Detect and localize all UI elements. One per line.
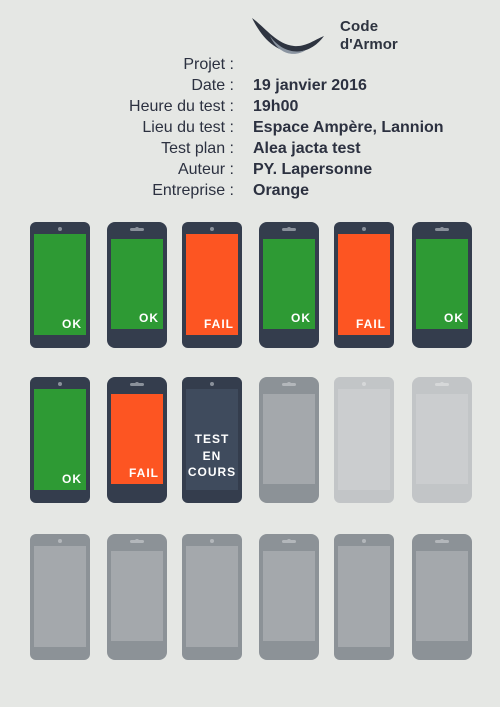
phone-screen: FAIL (111, 394, 163, 484)
status-label: FAIL (356, 316, 386, 331)
phone-screen (416, 551, 468, 641)
phone-camera-icon (58, 539, 62, 543)
phone-camera-icon (287, 227, 291, 231)
phone-screen (111, 551, 163, 641)
info-label: Test plan : (161, 140, 234, 157)
phone-camera-icon (362, 382, 366, 386)
device-phone (259, 377, 319, 503)
info-value: Orange (253, 182, 310, 199)
device-phone (412, 534, 472, 660)
status-label: OK (139, 310, 159, 325)
logo-text-line2: d'Armor (340, 36, 398, 53)
device-phone: TEST EN COURS (182, 377, 242, 503)
device-phone (182, 534, 242, 660)
status-label: FAIL (204, 316, 234, 331)
phone-screen (263, 551, 315, 641)
device-phone: OK (30, 377, 90, 503)
phone-screen: OK (34, 234, 86, 335)
device-phone: OK (259, 222, 319, 348)
info-row-heure: Heure du test : 19h00 (0, 98, 500, 119)
phone-camera-icon (287, 539, 291, 543)
phone-camera-icon (58, 227, 62, 231)
phone-camera-icon (440, 227, 444, 231)
phone-camera-icon (440, 382, 444, 386)
info-value: Espace Ampère, Lannion (253, 119, 444, 136)
status-label: OK (444, 310, 464, 325)
phone-screen: OK (34, 389, 86, 490)
phone-screen: FAIL (338, 234, 390, 335)
device-phone: FAIL (334, 222, 394, 348)
info-label: Entreprise : (152, 182, 234, 199)
phone-camera-icon (287, 382, 291, 386)
status-label: OK (291, 310, 311, 325)
info-row-lieu: Lieu du test : Espace Ampère, Lannion (0, 119, 500, 140)
device-phone: FAIL (107, 377, 167, 503)
logo-text-line1: Code (340, 18, 379, 35)
phone-screen (416, 394, 468, 484)
phone-screen (263, 394, 315, 484)
info-label: Projet : (183, 56, 234, 73)
status-label: OK (62, 471, 82, 486)
device-phone: OK (412, 222, 472, 348)
code-darmor-logo: Code d'Armor (250, 14, 420, 62)
device-phone: FAIL (182, 222, 242, 348)
phone-camera-icon (362, 227, 366, 231)
info-value: 19 janvier 2016 (253, 77, 367, 94)
phone-camera-icon (135, 539, 139, 543)
device-phone (334, 377, 394, 503)
phone-camera-icon (58, 382, 62, 386)
info-row-projet: Projet : (0, 56, 500, 77)
info-row-test-plan: Test plan : Alea jacta test (0, 140, 500, 161)
info-label: Heure du test : (129, 98, 234, 115)
device-phone (334, 534, 394, 660)
phone-camera-icon (210, 227, 214, 231)
phone-camera-icon (210, 539, 214, 543)
info-label: Auteur : (177, 161, 234, 178)
status-label: FAIL (129, 465, 159, 480)
phone-screen: OK (263, 239, 315, 329)
info-value: Alea jacta test (253, 140, 361, 157)
bird-wing-icon (252, 18, 324, 54)
phone-screen: TEST EN COURS (186, 389, 238, 490)
device-phone (107, 534, 167, 660)
device-phone (412, 377, 472, 503)
phone-camera-icon (135, 382, 139, 386)
phone-camera-icon (135, 227, 139, 231)
phone-camera-icon (210, 382, 214, 386)
phone-screen (34, 546, 86, 647)
info-value: 19h00 (253, 98, 299, 115)
phone-camera-icon (362, 539, 366, 543)
info-label: Lieu du test : (142, 119, 234, 136)
info-row-auteur: Auteur : PY. Lapersonne (0, 161, 500, 182)
phone-screen (338, 546, 390, 647)
test-info-panel: Projet : Date : 19 janvier 2016 Heure du… (0, 56, 500, 203)
phone-screen: OK (111, 239, 163, 329)
info-row-date: Date : 19 janvier 2016 (0, 77, 500, 98)
phone-screen: OK (416, 239, 468, 329)
device-phone: OK (30, 222, 90, 348)
device-phone: OK (107, 222, 167, 348)
status-label: TEST EN COURS (187, 432, 237, 479)
phone-screen: FAIL (186, 234, 238, 335)
status-label: OK (62, 316, 82, 331)
phone-screen (338, 389, 390, 490)
phone-camera-icon (440, 539, 444, 543)
phone-screen (186, 546, 238, 647)
info-label: Date : (191, 77, 234, 94)
device-phone (30, 534, 90, 660)
info-value: PY. Lapersonne (253, 161, 373, 178)
device-phone (259, 534, 319, 660)
info-row-entreprise: Entreprise : Orange (0, 182, 500, 203)
